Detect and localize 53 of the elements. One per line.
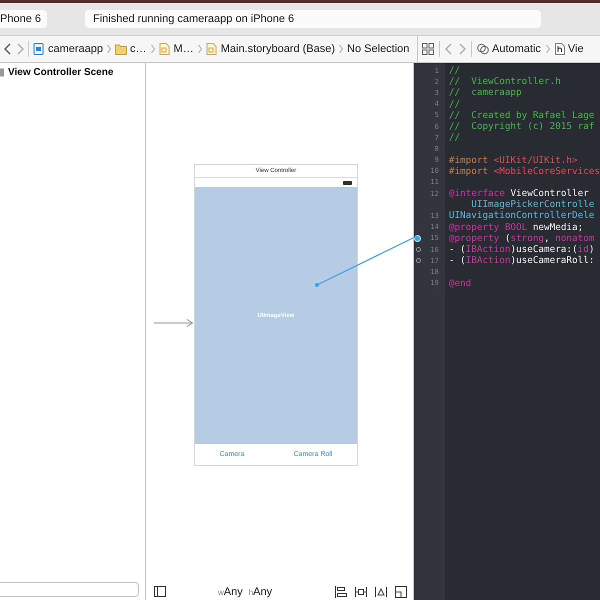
code-line: // — [448, 98, 462, 110]
outlet-connection-icon[interactable] — [416, 247, 421, 252]
size-class-control[interactable]: hAny — [248, 586, 272, 598]
breadcrumb-item[interactable]: cameraapp — [48, 43, 104, 55]
breadcrumb-item[interactable]: Main.storyboard (Base) — [220, 43, 336, 55]
code-line: // — [448, 132, 462, 144]
code-line: // ViewController.h — [448, 76, 562, 88]
entry-arrow — [154, 319, 194, 327]
code-line: UIImagePickerControlle — [470, 199, 596, 210]
chevron-icon — [339, 44, 344, 54]
code-line: @end — [448, 278, 472, 289]
breadcrumb-item[interactable]: Vie — [568, 43, 584, 55]
pin-icon[interactable] — [354, 586, 367, 598]
folder-icon — [115, 43, 128, 55]
overlapping-circles-icon — [477, 43, 489, 55]
resolve-icon[interactable] — [374, 586, 387, 598]
storyboard-file-icon — [206, 43, 218, 55]
outlet-connection-icon[interactable] — [416, 258, 421, 264]
battery-icon — [342, 180, 353, 184]
scene-icon — [0, 68, 5, 77]
breadcrumb-item[interactable]: M… — [174, 43, 194, 55]
chevron-icon — [107, 44, 112, 54]
code-line: - (IBAction)useCamera:(id) — [448, 244, 596, 256]
chevron-icon — [546, 44, 550, 54]
header-file-icon — [554, 43, 565, 55]
code-line: @property (strong, nonatom — [448, 232, 596, 244]
code-line: // cameraapp — [448, 87, 523, 99]
scheme-selector[interactable]: Phone 6 — [0, 10, 47, 28]
outline-item[interactable]: View Controller Scene — [8, 67, 114, 78]
chevron-icon — [150, 44, 155, 54]
activity-status: Finished running cameraapp on iPhone 6 — [84, 10, 541, 28]
code-line: UINavigationControllerDele — [448, 210, 596, 222]
code-line: #import <MobileCoreServices — [448, 166, 600, 177]
code-line: // Copyright (c) 2015 raf — [448, 120, 596, 132]
sidebar-toggle-icon[interactable] — [154, 586, 166, 597]
chevron-icon — [198, 44, 202, 54]
resize-icon[interactable] — [394, 586, 407, 598]
code-line: // Created by Rafael Lage — [448, 110, 596, 121]
code-line: // — [448, 65, 462, 76]
breadcrumb-item[interactable]: c… — [130, 43, 147, 55]
code-line: @interface ViewController — [448, 188, 590, 200]
align-icon[interactable] — [334, 586, 347, 598]
grid-icon[interactable] — [422, 43, 434, 55]
code-line: #import <UIKit/UIKit.h> — [448, 154, 579, 166]
breadcrumb-item[interactable]: No Selection — [347, 43, 410, 55]
filter-field[interactable] — [0, 582, 139, 597]
document-icon — [33, 43, 45, 55]
code-line: @property BOOL newMedia; — [448, 222, 584, 233]
size-class-control[interactable]: wAny — [218, 586, 243, 598]
breadcrumb-item[interactable]: Automatic — [492, 43, 541, 55]
back-icon[interactable] — [4, 43, 12, 55]
storyboard-file-icon — [158, 43, 171, 55]
code-line: - (IBAction)useCameraRoll: — [448, 255, 596, 266]
